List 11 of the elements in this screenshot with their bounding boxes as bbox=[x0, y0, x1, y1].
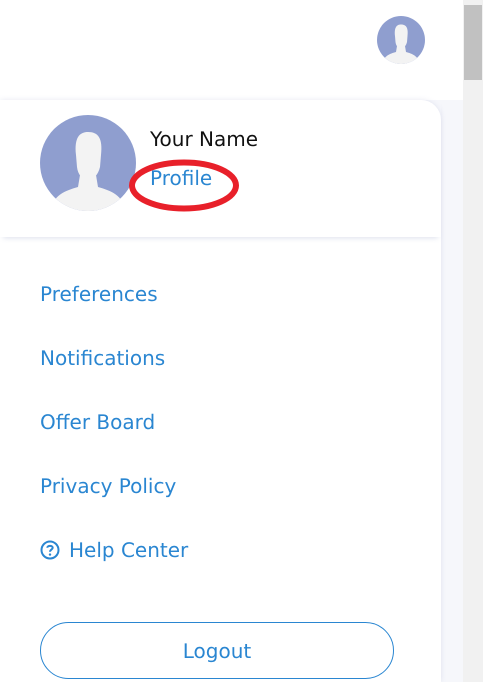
scrollbar-thumb[interactable] bbox=[464, 5, 482, 80]
logout-button[interactable]: Logout bbox=[40, 622, 394, 679]
menu-link[interactable]: Help Center bbox=[40, 518, 188, 582]
menu-link[interactable]: Offer Board bbox=[40, 390, 156, 454]
user-name: Your Name bbox=[150, 129, 258, 149]
menu-link[interactable]: Privacy Policy bbox=[40, 454, 176, 518]
menu-link[interactable]: Notifications bbox=[40, 326, 166, 390]
help-icon bbox=[40, 540, 60, 560]
account-avatar[interactable] bbox=[377, 16, 425, 64]
menu-link[interactable]: Preferences bbox=[40, 262, 158, 326]
profile-link[interactable]: Profile bbox=[150, 168, 258, 188]
